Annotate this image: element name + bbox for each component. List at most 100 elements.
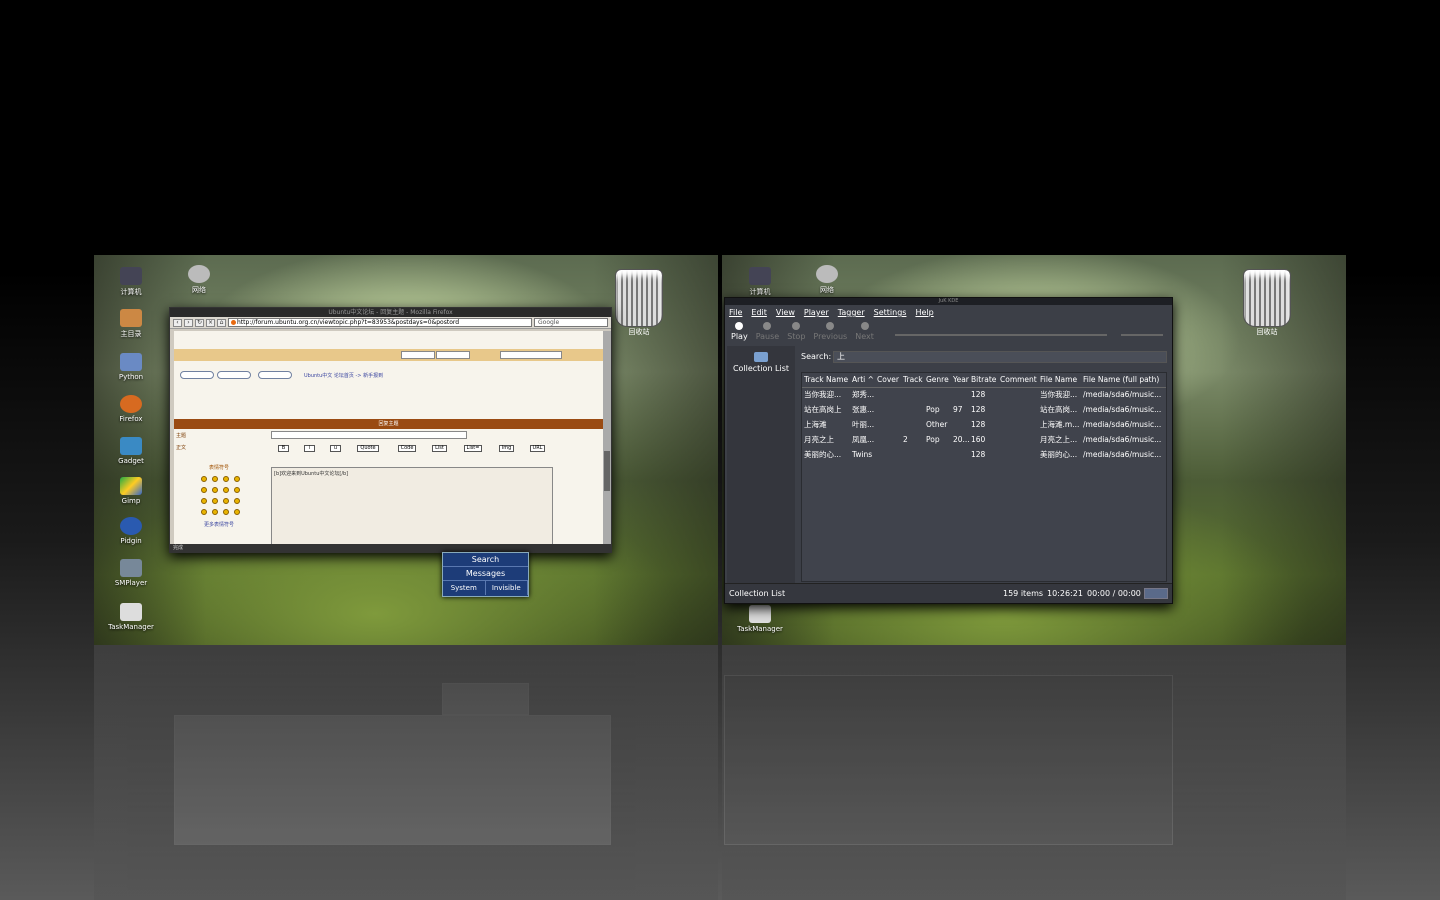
volume-slider[interactable] [1121, 334, 1163, 336]
status-toggle-button[interactable] [1144, 588, 1168, 599]
column-header[interactable]: Track [901, 373, 924, 388]
pause-button[interactable]: Pause [756, 321, 779, 341]
forum-breadcrumb[interactable]: Ubuntu中文 论坛首页 -> 新手报到 [304, 372, 383, 379]
desktop-icon-trash[interactable]: 回收站 [614, 269, 664, 337]
column-header[interactable]: File Name (full path) [1081, 373, 1166, 388]
smiley-icon[interactable] [223, 509, 229, 515]
post-body-textarea[interactable]: [b]欢迎来到Ubuntu中文论坛[/b] [271, 467, 553, 544]
forum-search-input[interactable] [500, 351, 562, 359]
forward-button[interactable]: › [184, 318, 193, 327]
search-box[interactable]: Google [534, 318, 608, 327]
reply-button[interactable] [217, 371, 251, 379]
smiley-icon[interactable] [201, 476, 207, 482]
bold-button[interactable]: B [278, 445, 289, 452]
desktop-icon-firefox[interactable]: Firefox [101, 395, 161, 423]
juk-window[interactable]: JuK KDE File Edit View Player Tagger Set… [724, 297, 1173, 604]
play-button[interactable]: Play [731, 321, 748, 341]
url-bar[interactable]: http://forum.ubuntu.org.cn/viewtopic.php… [228, 318, 532, 327]
seek-slider[interactable] [895, 334, 1107, 336]
smiley-icon[interactable] [212, 487, 218, 493]
more-smilies-link[interactable]: 更多表情符号 [204, 521, 234, 528]
desktop-icon-network[interactable]: 网络 [797, 265, 857, 295]
collection-list-icon[interactable] [754, 352, 768, 362]
firefox-window[interactable]: Ubuntu中文论坛 - 回复主题 - Mozilla Firefox ‹ › … [169, 307, 612, 553]
column-header[interactable]: Track Name [802, 373, 850, 388]
menu-edit[interactable]: Edit [751, 308, 767, 319]
smiley-icon[interactable] [234, 487, 240, 493]
table-row[interactable]: 月亮之上 凤凰... 2 Pop 20... 160 月亮之上... /media/sda6/… [802, 432, 1166, 447]
menu-tagger[interactable]: Tagger [838, 308, 865, 319]
desktop-icon-computer[interactable]: 计算机 [730, 267, 790, 297]
menu-help[interactable]: Help [915, 308, 933, 319]
smiley-icon[interactable] [201, 487, 207, 493]
subject-input[interactable] [271, 431, 467, 439]
menu-player[interactable]: Player [804, 308, 829, 319]
smiley-icon[interactable] [212, 509, 218, 515]
desktop-icon-gadget[interactable]: Gadget [101, 437, 161, 465]
desktop-icon-smplayer[interactable]: SMPlayer [101, 559, 161, 587]
table-row[interactable]: 站在高岗上 张惠... Pop 97 128 站在高岗... /media/sda6/mus… [802, 402, 1166, 417]
forum-select-2[interactable] [436, 351, 470, 359]
menu-file[interactable]: File [729, 308, 742, 319]
desktop-icon-pidgin[interactable]: Pidgin [101, 517, 161, 545]
code-button[interactable]: Code [398, 445, 416, 452]
table-row[interactable]: 美丽的心... Twins 128 美丽的心... /media/sda6/music.… [802, 447, 1166, 462]
list-button[interactable]: List [432, 445, 447, 452]
smiley-icon[interactable] [234, 476, 240, 482]
smiley-icon[interactable] [223, 476, 229, 482]
desktop-icon-trash[interactable]: 回收站 [1242, 269, 1292, 337]
column-header[interactable]: Comment [998, 373, 1038, 388]
new-topic-button[interactable] [180, 371, 214, 379]
desktop-icon-taskmanager[interactable]: TaskManager [101, 603, 161, 631]
search-menu-item[interactable]: Search [443, 553, 528, 567]
italic-button[interactable]: i [304, 445, 315, 452]
im-panel[interactable]: Search Messages System Invisible [442, 552, 529, 597]
previous-button[interactable]: Previous [813, 321, 847, 341]
stop-button[interactable]: Stop [787, 321, 805, 341]
column-header[interactable]: Year [951, 373, 969, 388]
column-header[interactable]: Arti ^ [850, 373, 875, 388]
quote-button[interactable]: Quote [357, 445, 379, 452]
desktop-icon-computer[interactable]: 计算机 [101, 267, 161, 297]
desktop-icon-gimp[interactable]: Gimp [101, 477, 161, 505]
collection-list-item[interactable]: Collection List [727, 364, 795, 373]
smiley-icon[interactable] [223, 487, 229, 493]
window-titlebar[interactable]: JuK KDE [725, 298, 1172, 305]
workspace-left[interactable]: 计算机 网络 主目录 Python Firefox Gadget Gimp Pi… [94, 255, 718, 645]
smiley-icon[interactable] [201, 498, 207, 504]
menu-view[interactable]: View [776, 308, 795, 319]
smiley-icon[interactable] [201, 509, 207, 515]
column-header[interactable]: Cover [875, 373, 901, 388]
scrollbar-thumb[interactable] [604, 451, 610, 491]
menu-settings[interactable]: Settings [874, 308, 907, 319]
system-menu-item[interactable]: System [443, 581, 486, 595]
edit-button[interactable] [258, 371, 292, 379]
column-header[interactable]: File Name [1038, 373, 1081, 388]
invisible-status-item[interactable]: Invisible [486, 581, 528, 595]
workspace-right[interactable]: 计算机 网络 回收站 TaskManager JuK KDE File Edit… [722, 255, 1346, 645]
smiley-icon[interactable] [223, 498, 229, 504]
home-button[interactable]: ⌂ [217, 318, 226, 327]
forum-select[interactable] [401, 351, 435, 359]
window-titlebar[interactable]: Ubuntu中文论坛 - 回复主题 - Mozilla Firefox [170, 308, 611, 317]
smiley-icon[interactable] [234, 509, 240, 515]
underline-button[interactable]: u [330, 445, 341, 452]
search-input[interactable]: 上 [833, 351, 1167, 363]
stop-button[interactable]: × [206, 318, 215, 327]
desktop-icon-network[interactable]: 网络 [169, 265, 229, 295]
column-header[interactable]: Genre [924, 373, 951, 388]
back-button[interactable]: ‹ [173, 318, 182, 327]
messages-menu-item[interactable]: Messages [443, 567, 528, 581]
desktop-icon-python[interactable]: Python [101, 353, 161, 381]
reload-button[interactable]: ↻ [195, 318, 204, 327]
smiley-icon[interactable] [212, 476, 218, 482]
smiley-icon[interactable] [234, 498, 240, 504]
next-button[interactable]: Next [855, 321, 874, 341]
table-row[interactable]: 当你我迎... 郑秀... 128 当你我迎... /media/sda6/music.… [802, 387, 1166, 402]
column-header[interactable]: Bitrate [969, 373, 998, 388]
desktop-icon-home[interactable]: 主目录 [101, 309, 161, 339]
table-row[interactable]: 上海滩 叶丽... Other 128 上海滩.m.../media/sda6/musi… [802, 417, 1166, 432]
page-scrollbar[interactable] [603, 331, 611, 544]
img-button[interactable]: Img [499, 445, 514, 452]
url-button[interactable]: URL [530, 445, 545, 452]
